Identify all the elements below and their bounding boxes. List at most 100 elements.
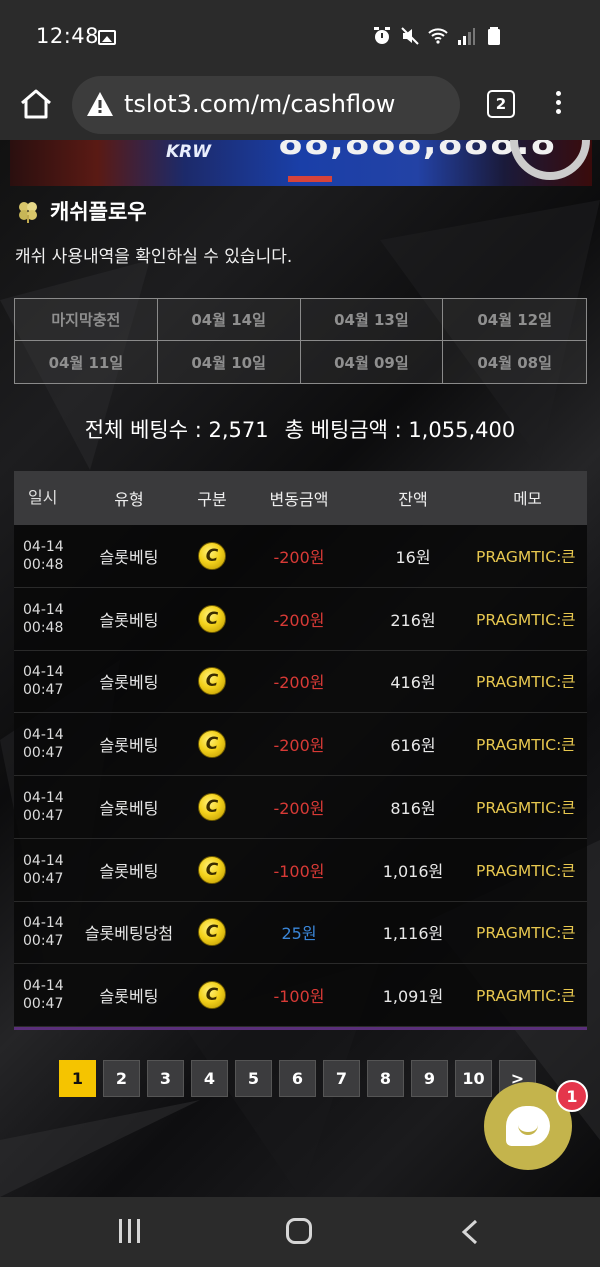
home-icon[interactable] [18,86,54,122]
row-time: 00:47 [23,745,64,762]
row-datetime: 04-14 00:48 [14,601,74,637]
date-filter-0410[interactable]: 04월 10일 [158,341,301,383]
row-datetime: 04-14 00:47 [14,977,74,1013]
date-filter-0412[interactable]: 04월 12일 [443,299,586,341]
row-memo: PRAGMTIC:큰 [476,673,576,692]
url-field[interactable]: tslot3.com/m/cashflow [72,76,460,134]
coin-icon: C [198,855,226,884]
row-time: 00:47 [23,870,64,887]
row-date: 04-14 [23,601,64,618]
header-balance: 잔액 [398,490,428,509]
page-description: 캐쉬 사용내역을 확인하실 수 있습니다. [15,247,293,267]
row-balance: 16원 [395,547,431,567]
table-row: 04-14 00:47 슬롯베팅당첨 C 25원 1,116원 PRAGMTIC:큰 [14,901,587,965]
status-time: 12:48 [36,24,100,48]
row-amount: -200원 [273,798,325,818]
table-body: 04-14 00:48 슬롯베팅 C -200원 16원 PRAGMTIC:큰 04-14 00… [14,525,587,1027]
battery-icon [488,27,500,45]
row-date: 04-14 [23,789,64,806]
image-notification-icon [98,30,116,45]
page-title: 캐쉬플로우 [50,200,147,224]
date-filter-0414[interactable]: 04월 14일 [157,299,301,341]
page-10-button[interactable]: 10 [455,1060,492,1097]
status-bar: 12:48 [0,0,600,70]
row-memo: PRAGMTIC:큰 [476,924,576,943]
row-balance: 416원 [390,673,436,693]
row-date: 04-14 [23,852,64,869]
chat-icon [506,1106,550,1146]
row-memo: PRAGMTIC:큰 [476,798,576,817]
table-row: 04-14 00:47 슬롯베팅 C -200원 816원 PRAGMTIC:큰 [14,776,587,839]
table-row: 04-14 00:48 슬롯베팅 C -200원 16원 PRAGMTIC:큰 [14,525,587,588]
row-time: 00:47 [23,682,64,699]
row-date: 04-14 [23,727,64,744]
row-type: 슬롯베팅 [99,798,159,818]
jackpot-banner[interactable]: KRW 88,888,888.8 [10,140,592,186]
row-type: 슬롯베팅 [99,987,159,1007]
page-5-button[interactable]: 5 [235,1060,272,1097]
coin-icon: C [198,541,226,570]
page-4-button[interactable]: 4 [191,1060,228,1097]
page-3-button[interactable]: 3 [147,1060,184,1097]
row-balance: 1,016원 [382,861,444,881]
row-category: C [184,604,240,633]
warning-icon[interactable] [86,91,114,117]
table-row: 04-14 00:47 슬롯베팅 C -100원 1,091원 PRAGMTIC:큰 [14,964,587,1027]
row-type: 슬롯베팅 [99,736,159,756]
row-amount: -100원 [273,987,325,1007]
page-1-button[interactable]: 1 [59,1060,96,1097]
page-8-button[interactable]: 8 [367,1060,404,1097]
date-filter-0408[interactable]: 04월 08일 [443,341,586,383]
page-2-button[interactable]: 2 [103,1060,140,1097]
row-amount: -100원 [273,861,325,881]
row-category: C [184,541,240,570]
table-row: 04-14 00:48 슬롯베팅 C -200원 216원 PRAGMTIC:큰 [14,587,587,651]
cashflow-table: 일시 유형 구분 변동금액 잔액 메모 04-14 00:48 슬롯베팅 C -200원… [14,471,587,1030]
overflow-menu-icon[interactable] [550,88,566,122]
row-datetime: 04-14 00:47 [14,789,74,825]
row-type: 슬롯베팅 [99,547,159,567]
row-datetime: 04-14 00:47 [14,663,74,699]
row-datetime: 04-14 00:48 [14,538,74,574]
page-7-button[interactable]: 7 [323,1060,360,1097]
row-type: 슬롯베팅 [99,610,159,630]
date-filter-0409[interactable]: 04월 09일 [301,341,444,383]
row-amount: -200원 [273,673,325,693]
row-amount: -200원 [273,547,325,567]
recent-apps-icon[interactable] [119,1219,145,1245]
row-time: 00:47 [23,933,64,950]
page-9-button[interactable]: 9 [411,1060,448,1097]
pagination: 1 2 3 4 5 6 7 8 9 10 > [59,1060,536,1097]
header-amount: 변동금액 [269,490,329,509]
date-filter-last-charge[interactable]: 마지막충전 [15,299,158,341]
date-filter-0413[interactable]: 04월 13일 [300,299,444,341]
row-category: C [184,792,240,821]
date-filter-0411[interactable]: 04월 11일 [15,341,158,383]
row-balance: 216원 [390,610,436,630]
page-6-button[interactable]: 6 [279,1060,316,1097]
nav-home-icon[interactable] [286,1218,312,1244]
row-memo: PRAGMTIC:큰 [476,547,576,566]
row-date: 04-14 [23,915,64,932]
header-date: 일시 [28,488,58,507]
total-bet-count: 전체 베팅수 : 2,571 [84,418,269,442]
total-bet-amount: 총 베팅금액 : 1,055,400 [284,418,516,442]
table-row: 04-14 00:47 슬롯베팅 C -200원 616원 PRAGMTIC:큰 [14,713,587,776]
row-time: 00:48 [23,619,64,636]
status-icons [372,26,504,46]
table-header: 일시 유형 구분 변동금액 잔액 메모 [14,471,587,525]
tabs-button[interactable]: 2 [487,90,515,118]
back-icon[interactable] [460,1219,480,1245]
row-amount: -200원 [273,610,325,630]
row-date: 04-14 [23,978,64,995]
banner-currency: KRW [166,142,212,162]
row-time: 00:47 [23,807,64,824]
header-type: 유형 [114,490,144,509]
url-text: tslot3.com/m/cashflow [124,90,396,118]
header-category: 구분 [197,490,227,509]
table-row: 04-14 00:47 슬롯베팅 C -100원 1,016원 PRAGMTIC:큰 [14,838,587,902]
row-time: 00:47 [23,996,64,1013]
wifi-icon [428,28,448,44]
banner-ring [510,140,590,180]
row-datetime: 04-14 00:47 [14,726,74,762]
